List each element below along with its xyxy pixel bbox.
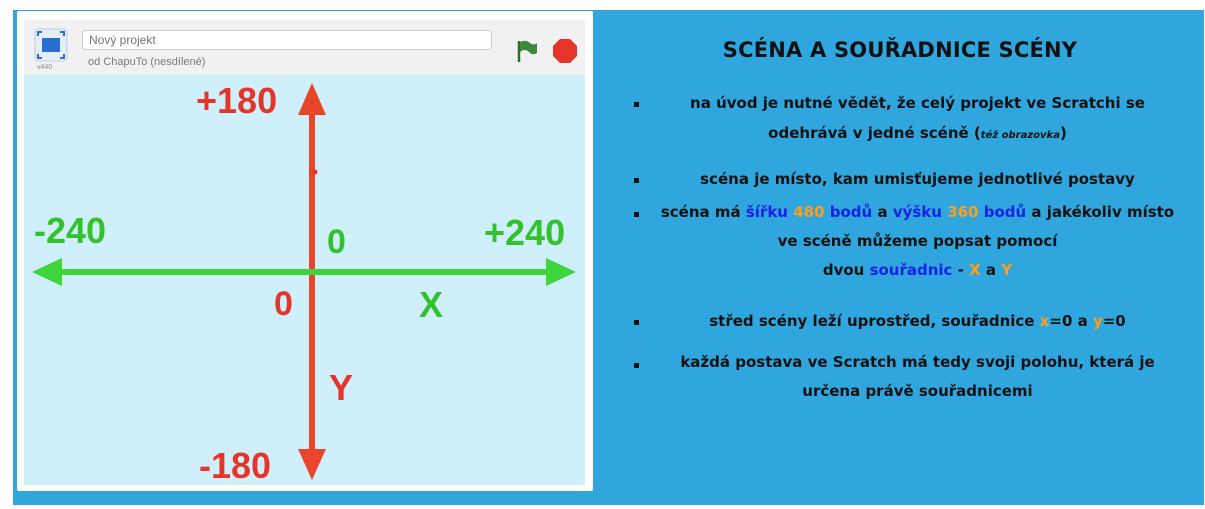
stage-area[interactable]: +180 -180 -240 +240 0 0 X Y bbox=[24, 75, 585, 485]
text-panel: SCÉNA A SOUŘADNICE SCÉNY na úvod je nutn… bbox=[600, 30, 1200, 490]
height-word: výšku bbox=[892, 203, 942, 221]
version-label: v440 bbox=[37, 64, 53, 71]
width-word: šířku bbox=[745, 203, 788, 221]
project-title-input[interactable] bbox=[82, 30, 492, 50]
x-left-label: -240 bbox=[34, 210, 107, 251]
x-axis-arrow-right bbox=[546, 258, 576, 286]
bullet-1-text: odehrává v jedné scéně ( bbox=[768, 124, 981, 142]
stage-header: v440 od ChapuTo (nesdílené) bbox=[24, 20, 585, 76]
stop-icon[interactable] bbox=[552, 38, 578, 64]
bullet-1-close: ) bbox=[1059, 124, 1067, 142]
green-flag-icon[interactable] bbox=[513, 38, 539, 64]
sprite-dot bbox=[312, 169, 318, 175]
width-value: 480 bbox=[793, 203, 825, 221]
x-axis-name: X bbox=[419, 284, 444, 325]
bullet-1-line1: na úvod je nutné vědět, že celý projekt … bbox=[690, 94, 1145, 112]
bullet-3-line2: ve scéně můžeme popsat pomocí bbox=[777, 232, 1058, 250]
bullet-1-note: též obrazovka bbox=[980, 130, 1060, 141]
coordinate-axes bbox=[32, 83, 576, 480]
bullet-icon bbox=[634, 363, 639, 368]
y-axis-name: Y bbox=[329, 367, 354, 408]
bullet-1-line2: odehrává v jedné scéně (též obrazovka) bbox=[645, 118, 1190, 151]
origin-zero-red: 0 bbox=[274, 285, 293, 323]
origin-zero-green: 0 bbox=[327, 223, 346, 261]
y-bottom-label: -180 bbox=[199, 445, 272, 485]
y-axis-arrow-up bbox=[298, 83, 326, 115]
y-axis-arrow-down bbox=[298, 449, 326, 480]
author-label: od ChapuTo (nesdílené) bbox=[88, 56, 206, 68]
bullet-4: střed scény leží uprostřed, souřadnice x… bbox=[709, 312, 1126, 330]
height-value: 360 bbox=[947, 203, 979, 221]
bullet-5-line2: určena právě souřadnicemi bbox=[802, 382, 1033, 400]
x-right-label: +240 bbox=[484, 212, 566, 253]
bullet-icon bbox=[634, 178, 639, 183]
bullet-3-line1: scéna má šířku 480 bodů a výšku 360 bodů… bbox=[660, 203, 1175, 221]
y-top-label: +180 bbox=[196, 80, 278, 121]
bullet-1: na úvod je nutné vědět, že celý projekt … bbox=[645, 88, 1190, 151]
fullscreen-icon[interactable] bbox=[34, 28, 68, 62]
panel-title: SCÉNA A SOUŘADNICE SCÉNY bbox=[722, 38, 1078, 62]
bullet-icon bbox=[634, 212, 639, 217]
bullet-3-line3: dvou souřadnic - X a Y bbox=[822, 261, 1013, 279]
bullet-3: scéna má šířku 480 bodů a výšku 360 bodů… bbox=[645, 198, 1190, 285]
bullet-icon bbox=[634, 102, 639, 107]
bullet-5: každá postava ve Scratch má tedy svoji p… bbox=[645, 348, 1190, 406]
bullet-2: scéna je místo, kam umisťujeme jednotliv… bbox=[700, 170, 1135, 188]
bullet-icon bbox=[634, 320, 639, 325]
x-axis-arrow-left bbox=[32, 258, 62, 286]
bullet-5-line1: každá postava ve Scratch má tedy svoji p… bbox=[680, 353, 1155, 371]
